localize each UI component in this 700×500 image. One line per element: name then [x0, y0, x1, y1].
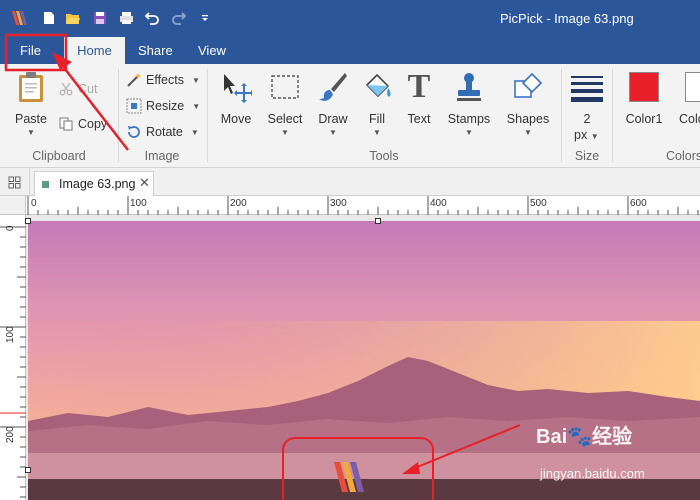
group-label-tools: Tools: [369, 149, 399, 163]
stamp-icon: [452, 70, 486, 104]
ruler-label: 100: [5, 326, 16, 343]
resize-handle[interactable]: [375, 218, 381, 224]
fill-dropdown-icon: ▼: [373, 128, 381, 137]
ruler-label: 0: [5, 225, 16, 231]
canvas-area[interactable]: [25, 215, 700, 500]
color1-label: Color1: [625, 112, 663, 126]
open-icon[interactable]: [64, 9, 82, 27]
grid-view-icon[interactable]: [0, 168, 30, 196]
draw-dropdown-icon: ▼: [329, 128, 337, 137]
select-label: Select: [267, 112, 303, 126]
copy-icon: [58, 116, 74, 132]
resize-dropdown-icon: ▼: [192, 101, 201, 111]
scissors-icon: [58, 81, 74, 97]
ruler-label: 400: [430, 198, 447, 209]
tab-file[interactable]: File: [8, 37, 53, 64]
cut-button[interactable]: Cut: [58, 81, 97, 97]
ruler-label: 500: [530, 198, 547, 209]
new-icon[interactable]: [40, 9, 58, 27]
brush-icon: [316, 70, 350, 104]
image-file-icon: [42, 181, 49, 188]
size-unit: px: [574, 128, 588, 142]
shapes-dropdown-icon: ▼: [524, 128, 532, 137]
effects-dropdown-icon: ▼: [191, 75, 200, 85]
watermark-brand: Bai: [536, 426, 568, 448]
group-label-clipboard: Clipboard: [32, 149, 86, 163]
ribbon-home: Paste ▼ Cut Copy Clipboard Effects ▼ Res…: [0, 64, 700, 168]
move-icon: [219, 70, 253, 104]
rotate-icon: [126, 124, 142, 140]
wand-icon: [126, 72, 142, 88]
color2-swatch: [683, 70, 700, 104]
group-label-colors: Colors: [666, 149, 700, 163]
baidu-watermark: Bai🐾经验: [536, 420, 632, 449]
color2-label: Colo: [679, 112, 700, 126]
text-label: Text: [407, 112, 431, 126]
canvas-image[interactable]: [28, 221, 700, 500]
resize-icon: [126, 98, 142, 114]
paste-dropdown-icon: ▼: [27, 128, 35, 137]
clipboard-icon: [14, 70, 48, 104]
paste-label: Paste: [15, 112, 47, 126]
group-divider: [612, 69, 613, 162]
draw-label: Draw: [318, 112, 348, 126]
window-title: PicPick - Image 63.png: [500, 11, 634, 26]
size-dropdown-icon: ▼: [590, 132, 599, 141]
tab-share[interactable]: Share: [126, 37, 185, 64]
size-value: 2: [583, 112, 591, 126]
watermark-url: jingyan.baidu.com: [540, 466, 645, 481]
select-dropdown-icon: ▼: [281, 128, 289, 137]
ribbon-tabs: File Home Share View: [0, 37, 700, 64]
effects-label: Effects: [146, 73, 184, 87]
ruler-corner: [0, 196, 26, 215]
tab-home[interactable]: Home: [64, 37, 125, 64]
effects-button[interactable]: Effects ▼: [126, 72, 200, 88]
resize-handle[interactable]: [25, 218, 31, 224]
copy-button[interactable]: Copy: [58, 116, 107, 132]
stamps-dropdown-icon: ▼: [465, 128, 473, 137]
stamps-label: Stamps: [447, 112, 491, 126]
redo-icon[interactable]: [169, 9, 187, 27]
resize-handle[interactable]: [25, 467, 31, 473]
group-label-image: Image: [144, 149, 180, 163]
ruler-label: 600: [630, 198, 647, 209]
title-bar: PicPick - Image 63.png: [0, 0, 700, 37]
paint-bucket-icon: [360, 70, 394, 104]
shapes-label: Shapes: [506, 112, 550, 126]
ruler-label: 200: [230, 198, 247, 209]
document-tab[interactable]: Image 63.png ✕: [34, 171, 154, 196]
watermark-brand2: 经验: [592, 426, 633, 448]
customize-icon[interactable]: [196, 9, 214, 27]
close-icon[interactable]: ✕: [139, 175, 150, 191]
document-tab-bar: Image 63.png ✕: [0, 168, 700, 196]
paw-icon: 🐾: [567, 426, 593, 448]
ruler-label: 0: [31, 198, 37, 209]
save-icon[interactable]: [91, 9, 109, 27]
horizontal-ruler[interactable]: 0 100 200 300 400 500 600: [26, 196, 700, 215]
undo-icon[interactable]: [143, 9, 161, 27]
color1-swatch: [627, 70, 661, 104]
line-width-icon: [571, 76, 603, 102]
vertical-ruler[interactable]: 0 100 200: [0, 215, 26, 500]
resize-label: Resize: [146, 99, 185, 113]
rotate-dropdown-icon: ▼: [190, 127, 199, 137]
tab-view[interactable]: View: [186, 37, 238, 64]
resize-button[interactable]: Resize ▼: [126, 98, 200, 114]
print-icon[interactable]: [117, 9, 135, 27]
picpick-logo-icon: [10, 8, 30, 28]
shapes-icon: [511, 70, 545, 104]
select-icon: [268, 70, 302, 104]
group-label-size: Size: [574, 149, 600, 163]
ruler-label: 200: [5, 426, 16, 443]
move-label: Move: [220, 112, 252, 126]
text-tool-icon: T: [407, 68, 431, 105]
ruler-label: 100: [130, 198, 147, 209]
cut-label: Cut: [78, 82, 98, 96]
rotate-button[interactable]: Rotate ▼: [126, 124, 199, 140]
fill-label: Fill: [369, 112, 385, 126]
rotate-label: Rotate: [146, 125, 183, 139]
ruler-label: 300: [330, 198, 347, 209]
document-tab-name: Image 63.png: [59, 177, 136, 191]
copy-label: Copy: [78, 117, 108, 131]
